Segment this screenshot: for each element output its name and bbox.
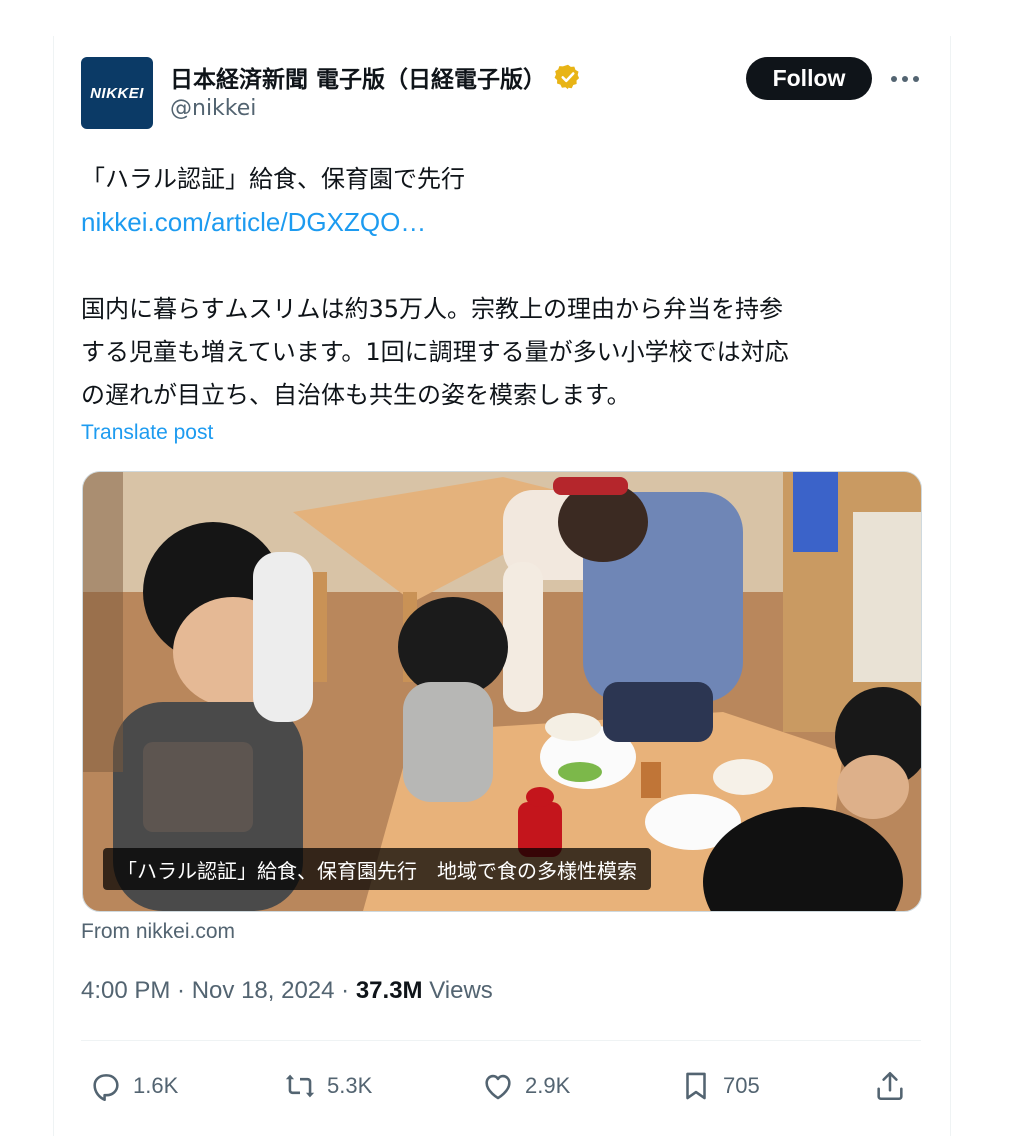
bookmark-icon xyxy=(686,1072,706,1100)
like-count: 2.9K xyxy=(525,1073,571,1098)
repost-count: 5.3K xyxy=(327,1073,373,1098)
reply-count: 1.6K xyxy=(133,1073,179,1098)
share-icon xyxy=(877,1071,903,1101)
tweet-body-line: の遅れが目立ち、自治体も共生の姿を模索します。 xyxy=(81,381,631,409)
author-name-row[interactable]: 日本経済新聞 電子版（日経電子版） xyxy=(170,60,582,94)
action-bar: 1.6K 5.3K 2.9K 705 xyxy=(81,1062,921,1112)
divider xyxy=(81,1040,921,1041)
post-date[interactable]: Nov 18, 2024 xyxy=(192,977,335,1004)
more-icon xyxy=(891,76,919,82)
avatar[interactable]: NIKKEI xyxy=(81,57,153,129)
bookmark-button[interactable]: 705 xyxy=(679,1062,760,1110)
views-count: 37.3M xyxy=(355,977,423,1004)
verified-badge-icon xyxy=(554,64,580,90)
avatar-logo-text: NIKKEI xyxy=(90,84,144,102)
link-source[interactable]: From nikkei.com xyxy=(81,920,235,944)
share-button[interactable] xyxy=(873,1062,907,1110)
bookmark-count: 705 xyxy=(723,1073,760,1098)
translate-post-link[interactable]: Translate post xyxy=(81,421,213,445)
heart-icon xyxy=(485,1074,511,1100)
views-label: Views xyxy=(429,977,493,1004)
link-card-image[interactable]: 「ハラル認証」給食、保育園先行 地域で食の多様性模索 xyxy=(82,471,922,912)
follow-button[interactable]: Follow xyxy=(746,57,872,100)
tweet-body-line: する児童も増えています。1回に調理する量が多い小学校では対応 xyxy=(81,338,789,366)
post-time[interactable]: 4:00 PM xyxy=(81,977,170,1004)
tweet-text: 「ハラル認証」給食、保育園で先行 nikkei.com/article/DGXZ… xyxy=(81,158,921,417)
reply-button[interactable]: 1.6K xyxy=(89,1062,178,1110)
repost-icon xyxy=(285,1074,315,1098)
tweet-headline: 「ハラル認証」給食、保育園で先行 xyxy=(81,165,465,193)
image-caption: 「ハラル認証」給食、保育園先行 地域で食の多様性模索 xyxy=(103,848,651,890)
tweet-body-line: 国内に暮らすムスリムは約35万人。宗教上の理由から弁当を持参 xyxy=(81,295,784,323)
tweet-meta: 4:00 PM · Nov 18, 2024 · 37.3M Views xyxy=(81,977,493,1004)
like-button[interactable]: 2.9K xyxy=(481,1062,570,1110)
repost-button[interactable]: 5.3K xyxy=(283,1062,372,1110)
classroom-photo xyxy=(83,472,921,911)
author-name[interactable]: 日本経済新聞 電子版（日経電子版） xyxy=(170,60,546,94)
reply-icon xyxy=(93,1074,119,1102)
article-link[interactable]: nikkei.com/article/DGXZQO… xyxy=(81,207,426,237)
more-options-button[interactable] xyxy=(885,64,925,94)
author-handle[interactable]: @nikkei xyxy=(170,96,256,121)
